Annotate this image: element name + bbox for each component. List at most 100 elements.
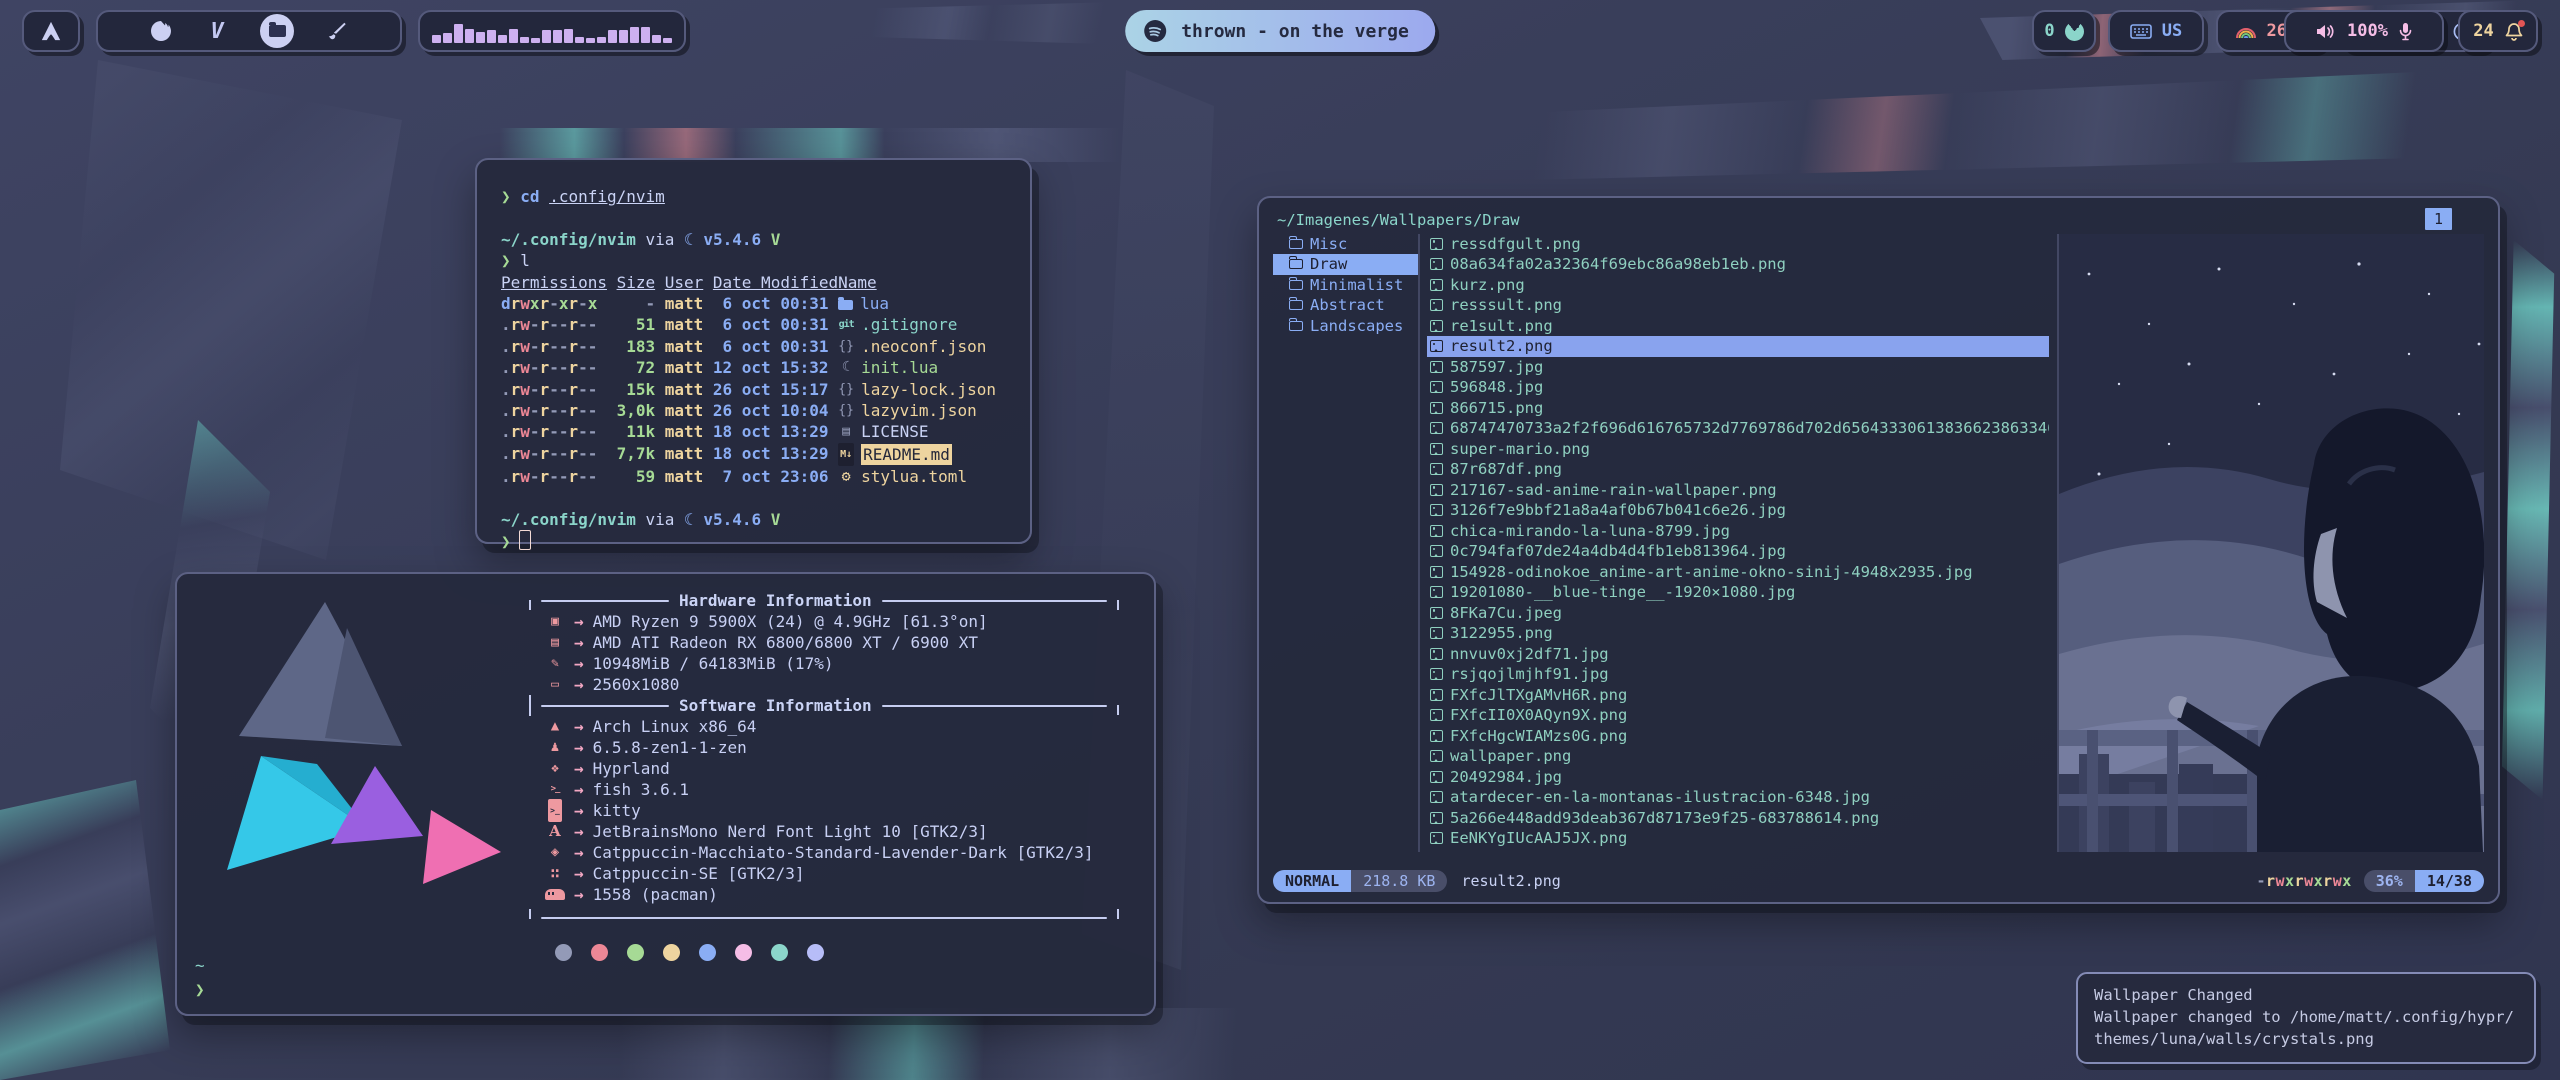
fetch-info-row: →JetBrainsMono Nerd Font Light 10 [GTK2/…: [529, 821, 1119, 842]
desktop: { "colors":{ "accent":"#8aadf4","teal":"…: [0, 0, 2560, 1080]
file-row[interactable]: re1sult.png: [1427, 316, 2049, 337]
fetch-info-row: →Catppuccin-SE [GTK2/3]: [529, 863, 1119, 884]
file-row[interactable]: ressdfgult.png: [1427, 234, 2049, 255]
file-row[interactable]: chica-mirando-la-luna-8799.jpg: [1427, 521, 2049, 542]
notification-count: 24: [2473, 21, 2493, 41]
wallpaper-shard: [0, 780, 170, 1080]
file-row[interactable]: kurz.png: [1427, 275, 2049, 296]
sidebar-item-misc[interactable]: Misc: [1273, 234, 1418, 255]
image-icon: [1430, 545, 1443, 557]
file-row[interactable]: 154928-odinokoe_anime-art-anime-okno-sin…: [1427, 562, 2049, 583]
visualizer-bar: [597, 37, 606, 43]
image-icon: [1430, 525, 1443, 537]
music-widget[interactable]: thrown - on the verge: [1125, 10, 1435, 52]
file-row[interactable]: FXfcJlTXgAMvH6R.png: [1427, 685, 2049, 706]
workspace-firefox[interactable]: [148, 18, 174, 44]
image-icon: [1430, 299, 1443, 311]
sidebar-item-landscapes[interactable]: Landscapes: [1273, 316, 1418, 337]
file-row[interactable]: 08a634fa02a32364f69ebc86a98eb1eb.png: [1427, 254, 2049, 275]
module-notifications[interactable]: 24: [2458, 10, 2538, 52]
workspace-files-active[interactable]: [260, 14, 294, 48]
music-title: thrown - on the verge: [1181, 21, 1409, 42]
image-icon: [1430, 627, 1443, 639]
arch-icon: [545, 716, 565, 737]
workspace-vim[interactable]: V: [204, 18, 230, 44]
sidebar-item-draw[interactable]: Draw: [1273, 254, 1418, 275]
visualizer-bar: [608, 30, 617, 43]
command-name: cd: [520, 187, 539, 206]
palette-dot: [555, 944, 572, 961]
folder-icon: [269, 25, 286, 37]
file-row[interactable]: 0c794faf07de24a4db4d4fb1eb813964.jpg: [1427, 541, 2049, 562]
module-keyboard-layout[interactable]: US: [2108, 10, 2204, 52]
file-row[interactable]: FXfcII0X0AQyn9X.png: [1427, 705, 2049, 726]
image-icon: [1430, 750, 1443, 762]
file-row[interactable]: super-mario.png: [1427, 439, 2049, 460]
file-row[interactable]: 5a266e448add93deab367d87173e9f25-6837886…: [1427, 808, 2049, 829]
visualizer-bar: [454, 24, 463, 43]
fetch-info: Hardware Information →AMD Ryzen 9 5900X …: [529, 590, 1119, 961]
file-row[interactable]: wallpaper.png: [1427, 746, 2049, 767]
memory-icon: [545, 653, 565, 674]
visualizer-bar: [443, 33, 452, 43]
image-icon: [1430, 586, 1443, 598]
file-row[interactable]: 587597.jpg: [1427, 357, 2049, 378]
file-row[interactable]: rsjqojlmjhf91.jpg: [1427, 664, 2049, 685]
launcher-button[interactable]: [22, 10, 80, 52]
fetch-info-row: →Catppuccin-Macchiato-Standard-Lavender-…: [529, 842, 1119, 863]
sidebar-item-minimalist[interactable]: Minimalist: [1273, 275, 1418, 296]
workspace-paint[interactable]: [324, 18, 350, 44]
file-row[interactable]: resssult.png: [1427, 295, 2049, 316]
table-row: .rw-r--r--72matt12 oct 15:32init.lua: [501, 357, 1006, 378]
file-row[interactable]: nnvuv0xj2df71.jpg: [1427, 644, 2049, 665]
image-icon: [1430, 258, 1443, 270]
file-row[interactable]: EeNKYgIUcAAJ5JX.png: [1427, 828, 2049, 849]
wallpaper-shard: [620, 1008, 1320, 1080]
fetch-info-row: →fish 3.6.1: [529, 779, 1119, 800]
git-icon: [838, 314, 854, 335]
table-row: .rw-r--r--51matt 6 oct 00:31.gitignore: [501, 314, 1006, 335]
scroll-progress: 36%: [2364, 870, 2415, 893]
file-row[interactable]: 866715.png: [1427, 398, 2049, 419]
image-icon: [1430, 832, 1443, 844]
file-manager-window[interactable]: ~/Imagenes/Wallpapers/Draw 1 MiscDrawMin…: [1257, 196, 2500, 904]
fetch-info-row: →10948MiB / 64183MiB (17%): [529, 653, 1119, 674]
file-row[interactable]: 20492984.jpg: [1427, 767, 2049, 788]
palette-dot: [663, 944, 680, 961]
file-row[interactable]: 596848.jpg: [1427, 377, 2049, 398]
text-cursor[interactable]: [519, 530, 531, 550]
fetch-info-row: →1558 (pacman): [529, 884, 1119, 905]
notification-popup[interactable]: Wallpaper Changed Wallpaper changed to /…: [2076, 972, 2536, 1064]
fetch-window[interactable]: Hardware Information →AMD Ryzen 9 5900X …: [175, 572, 1156, 1016]
terminal-window[interactable]: ❯ cd .config/nvim ~/.config/nvim via ☾ v…: [475, 158, 1032, 544]
sidebar-item-abstract[interactable]: Abstract: [1273, 295, 1418, 316]
wallpaper-shard: [2502, 240, 2560, 800]
module-updates[interactable]: 0: [2032, 10, 2096, 52]
file-row[interactable]: 87r687df.png: [1427, 459, 2049, 480]
image-icon: [1430, 730, 1443, 742]
folder-icon: [1289, 300, 1303, 310]
prompt-symbol: ❯: [195, 978, 205, 1002]
file-row[interactable]: atardecer-en-la-montanas-ilustracion-634…: [1427, 787, 2049, 808]
fetch-prompt[interactable]: ~ ❯: [195, 954, 205, 1002]
home-path-indicator: ~: [195, 954, 205, 978]
tab-badge[interactable]: 1: [2425, 208, 2452, 230]
file-row[interactable]: result2.png: [1427, 336, 2049, 357]
file-row[interactable]: 19201080-__blue-tinge__-1920×1080.jpg: [1427, 582, 2049, 603]
prompt-input-line[interactable]: ❯: [501, 530, 1006, 552]
shell-icon: [545, 779, 565, 800]
file-row[interactable]: 217167-sad-anime-rain-wallpaper.png: [1427, 480, 2049, 501]
file-row[interactable]: 3122955.png: [1427, 623, 2049, 644]
file-row[interactable]: 8FKa7Cu.jpeg: [1427, 603, 2049, 624]
image-icon: [1430, 689, 1443, 701]
keyboard-layout: US: [2162, 21, 2182, 41]
visualizer-bar: [487, 30, 496, 43]
file-row[interactable]: FXfcHgcWIAMzs0G.png: [1427, 726, 2049, 747]
image-icon: [1430, 320, 1443, 332]
module-volume-real[interactable]: 100%: [2284, 10, 2444, 52]
visualizer-bar: [531, 38, 540, 43]
workspace-switcher: V: [96, 10, 402, 52]
wm-icon: [545, 758, 565, 779]
file-row[interactable]: 68747470733a2f2f696d616765732d7769786d70…: [1427, 418, 2049, 439]
file-row[interactable]: 3126f7e9bbf21a8a4af0b67b041c6e26.jpg: [1427, 500, 2049, 521]
